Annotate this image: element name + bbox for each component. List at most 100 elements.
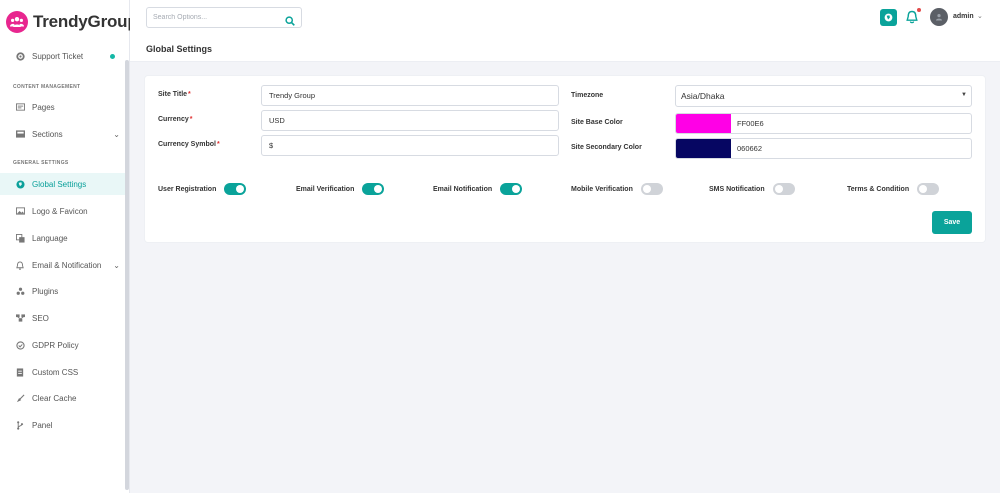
sidebar-item-label: Panel bbox=[32, 420, 53, 430]
sidebar-item-global-settings[interactable]: Global Settings bbox=[0, 173, 126, 195]
secondary-color-code: 060662 bbox=[737, 144, 763, 153]
toggle-label: SMS Notification bbox=[709, 185, 765, 193]
switch-knob bbox=[919, 185, 928, 193]
globe-icon bbox=[15, 179, 25, 189]
globe-button[interactable] bbox=[880, 9, 897, 26]
toggle-sms-notification: SMS Notification bbox=[709, 183, 795, 195]
bell-icon bbox=[15, 260, 25, 270]
base-color-field[interactable]: FF00E6 bbox=[675, 113, 972, 134]
base-color-swatch[interactable] bbox=[676, 114, 731, 133]
sections-icon bbox=[15, 129, 25, 139]
sidebar-item-label: Logo & Favicon bbox=[32, 206, 88, 216]
email-notification-switch[interactable] bbox=[500, 183, 523, 195]
sms-notification-switch[interactable] bbox=[772, 183, 795, 195]
app-logo[interactable]: TrendyGroup bbox=[6, 9, 138, 35]
chevron-down-icon: ⌄ bbox=[113, 129, 120, 139]
switch-knob bbox=[774, 185, 783, 193]
sidebar-item-label: Sections bbox=[32, 129, 63, 139]
currency-field[interactable]: USD bbox=[261, 110, 559, 131]
sidebar-item-label: Global Settings bbox=[32, 179, 87, 189]
sidebar-item-label: Plugins bbox=[32, 286, 59, 296]
sidebar-scrollbar[interactable] bbox=[125, 60, 129, 490]
toggle-email-verification: Email Verification bbox=[296, 183, 385, 195]
timezone-value: Asia/Dhaka bbox=[681, 91, 725, 101]
secondary-color-field[interactable]: 060662 bbox=[675, 138, 972, 159]
base-color-code: FF00E6 bbox=[737, 119, 764, 128]
toggle-label: Mobile Verification bbox=[571, 185, 633, 193]
status-dot bbox=[110, 53, 115, 59]
notification-dot bbox=[917, 8, 921, 12]
pages-icon bbox=[15, 102, 25, 112]
required-mark: * bbox=[189, 116, 193, 123]
chevron-down-icon[interactable]: ⌄ bbox=[977, 12, 983, 20]
chevron-down-icon: ⌄ bbox=[113, 260, 120, 270]
branch-icon bbox=[15, 420, 25, 430]
switch-knob bbox=[374, 185, 383, 193]
toggle-user-registration: User Registration bbox=[158, 183, 247, 195]
seo-icon bbox=[15, 313, 25, 323]
toggle-email-notification: Email Notification bbox=[433, 183, 523, 195]
notification-bell-icon[interactable] bbox=[906, 10, 918, 29]
sidebar-item-logo-favicon[interactable]: Logo & Favicon bbox=[0, 200, 126, 222]
mobile-verification-switch[interactable] bbox=[640, 183, 663, 195]
sidebar-item-seo[interactable]: SEO bbox=[0, 307, 126, 329]
logo-text: TrendyGroup bbox=[33, 12, 138, 31]
timezone-label: Timezone bbox=[571, 92, 604, 99]
sidebar-item-pages[interactable]: Pages bbox=[0, 96, 126, 118]
user-name[interactable]: admin bbox=[953, 13, 974, 20]
currency-label: Currency* bbox=[158, 116, 193, 123]
logo-people-icon bbox=[6, 11, 28, 33]
shield-check-icon bbox=[15, 340, 25, 350]
save-button[interactable]: Save bbox=[932, 211, 972, 234]
search-box bbox=[146, 7, 302, 28]
secondary-color-label: Site Secondary Color bbox=[571, 144, 642, 151]
sidebar-item-label: Language bbox=[32, 233, 68, 243]
sidebar-item-custom-css[interactable]: Custom CSS bbox=[0, 361, 126, 383]
sidebar-item-label: Custom CSS bbox=[32, 367, 79, 377]
sidebar-item-language[interactable]: Language bbox=[0, 227, 126, 249]
page-title: Global Settings bbox=[146, 44, 213, 54]
search-icon[interactable] bbox=[285, 13, 295, 31]
sidebar-item-clear-cache[interactable]: Clear Cache bbox=[0, 387, 126, 409]
sidebar-item-support-ticket[interactable]: Support Ticket bbox=[0, 45, 126, 67]
sidebar-item-plugins[interactable]: Plugins bbox=[0, 280, 126, 302]
currency-symbol-label: Currency Symbol* bbox=[158, 141, 220, 148]
section-general-settings: GENERAL SETTINGS bbox=[13, 160, 69, 166]
sidebar-item-label: Support Ticket bbox=[32, 51, 84, 61]
switch-knob bbox=[236, 185, 245, 193]
section-content-management: CONTENT MANAGEMENT bbox=[13, 84, 81, 90]
language-icon bbox=[15, 233, 25, 243]
sidebar-item-label: Clear Cache bbox=[32, 393, 77, 403]
sidebar-item-label: SEO bbox=[32, 313, 49, 323]
broom-icon bbox=[15, 393, 25, 403]
base-color-label: Site Base Color bbox=[571, 119, 623, 126]
gear-icon bbox=[15, 51, 25, 61]
switch-knob bbox=[642, 185, 651, 193]
caret-down-icon: ▼ bbox=[961, 92, 967, 98]
sidebar-item-label: Pages bbox=[32, 102, 55, 112]
switch-knob bbox=[512, 185, 521, 193]
topbar: Global Settings admin ⌄ bbox=[130, 0, 1000, 62]
toggle-label: Email Verification bbox=[296, 185, 355, 193]
sidebar-item-label: GDPR Policy bbox=[32, 340, 79, 350]
sidebar-item-email-notification[interactable]: Email & Notification ⌄ bbox=[0, 254, 126, 276]
currency-symbol-field[interactable]: $ bbox=[261, 135, 559, 156]
file-code-icon bbox=[15, 367, 25, 377]
timezone-select[interactable]: Asia/Dhaka ▼ bbox=[675, 85, 972, 107]
sidebar: TrendyGroup Support Ticket CONTENT MANAG… bbox=[0, 0, 138, 493]
site-title-field[interactable]: Trendy Group bbox=[261, 85, 559, 106]
sidebar-item-sections[interactable]: Sections ⌄ bbox=[0, 123, 126, 145]
sidebar-item-panel[interactable]: Panel bbox=[0, 414, 126, 436]
terms-condition-switch[interactable] bbox=[917, 183, 940, 195]
toggle-label: Email Notification bbox=[433, 185, 493, 193]
toggle-terms-condition: Terms & Condition bbox=[847, 183, 940, 195]
user-registration-switch[interactable] bbox=[224, 183, 247, 195]
toggle-mobile-verification: Mobile Verification bbox=[571, 183, 663, 195]
image-icon bbox=[15, 206, 25, 216]
sidebar-item-gdpr-policy[interactable]: GDPR Policy bbox=[0, 334, 126, 356]
sidebar-item-label: Email & Notification bbox=[32, 260, 102, 270]
email-verification-switch[interactable] bbox=[362, 183, 385, 195]
secondary-color-swatch[interactable] bbox=[676, 139, 731, 158]
avatar[interactable] bbox=[930, 8, 948, 26]
search-input[interactable] bbox=[153, 14, 278, 21]
